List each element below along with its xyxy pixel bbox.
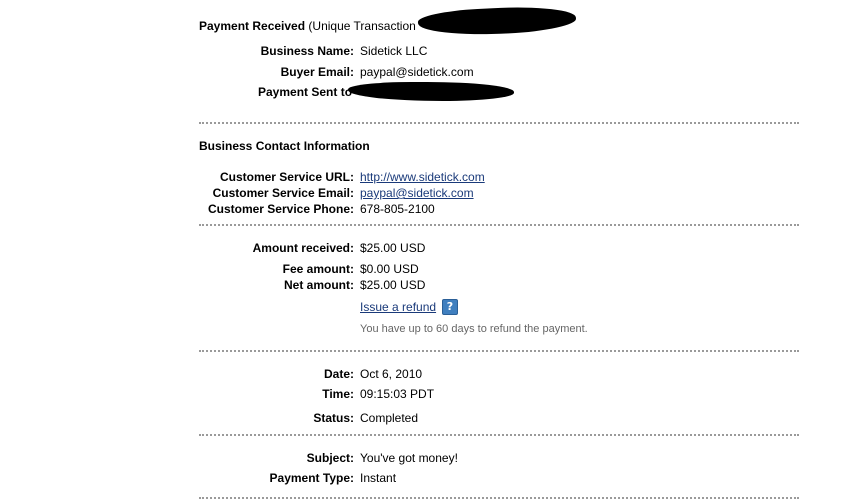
time-value: 09:15:03 PDT <box>360 387 435 401</box>
issue-refund-link[interactable]: Issue a refund <box>360 300 436 314</box>
payment-type-value: Instant <box>360 471 397 485</box>
business-name-label: Business Name: <box>260 44 354 58</box>
payment-type-label: Payment Type: <box>269 471 354 485</box>
separator <box>199 350 799 352</box>
subject-value: You've got money! <box>360 451 458 465</box>
service-email-link[interactable]: paypal@sidetick.com <box>360 186 474 200</box>
separator <box>199 122 799 124</box>
time-label: Time: <box>322 387 354 401</box>
contact-heading: Business Contact Information <box>199 139 370 153</box>
status-label: Status: <box>313 411 354 425</box>
page-title: Payment Received (Unique Transaction <box>199 19 416 33</box>
refund-note: You have up to 60 days to refund the pay… <box>360 323 588 335</box>
separator <box>199 434 799 436</box>
net-amount-label: Net amount: <box>284 278 354 292</box>
separator <box>199 497 799 499</box>
subject-label: Subject: <box>306 451 354 465</box>
payment-details-page: Payment Received (Unique Transaction Bus… <box>0 0 846 503</box>
amount-received-value: $25.00 USD <box>360 241 426 255</box>
payment-sent-label: Payment Sent to <box>258 85 353 99</box>
service-phone-value: 678-805-2100 <box>360 202 435 216</box>
fee-amount-label: Fee amount: <box>282 262 354 276</box>
status-value: Completed <box>360 411 419 425</box>
fee-amount-value: $0.00 USD <box>360 262 419 276</box>
buyer-email-value: paypal@sidetick.com <box>360 65 474 79</box>
help-icon[interactable]: ? <box>442 299 458 315</box>
service-url-label: Customer Service URL: <box>219 170 354 184</box>
title-bold: Payment Received <box>199 19 306 33</box>
title-rest: (Unique Transaction <box>308 19 416 33</box>
buyer-email-label: Buyer Email: <box>280 65 354 79</box>
net-amount-value: $25.00 USD <box>360 278 426 292</box>
redaction-mark <box>417 3 577 39</box>
redaction-mark-recipient <box>348 82 514 101</box>
amount-received-label: Amount received: <box>252 241 354 255</box>
separator <box>199 224 799 226</box>
service-email-label: Customer Service Email: <box>212 186 354 200</box>
business-name-value: Sidetick LLC <box>360 44 428 58</box>
service-url-link[interactable]: http://www.sidetick.com <box>360 170 485 184</box>
service-phone-label: Customer Service Phone: <box>207 202 354 216</box>
date-value: Oct 6, 2010 <box>360 367 423 381</box>
date-label: Date: <box>323 367 354 381</box>
